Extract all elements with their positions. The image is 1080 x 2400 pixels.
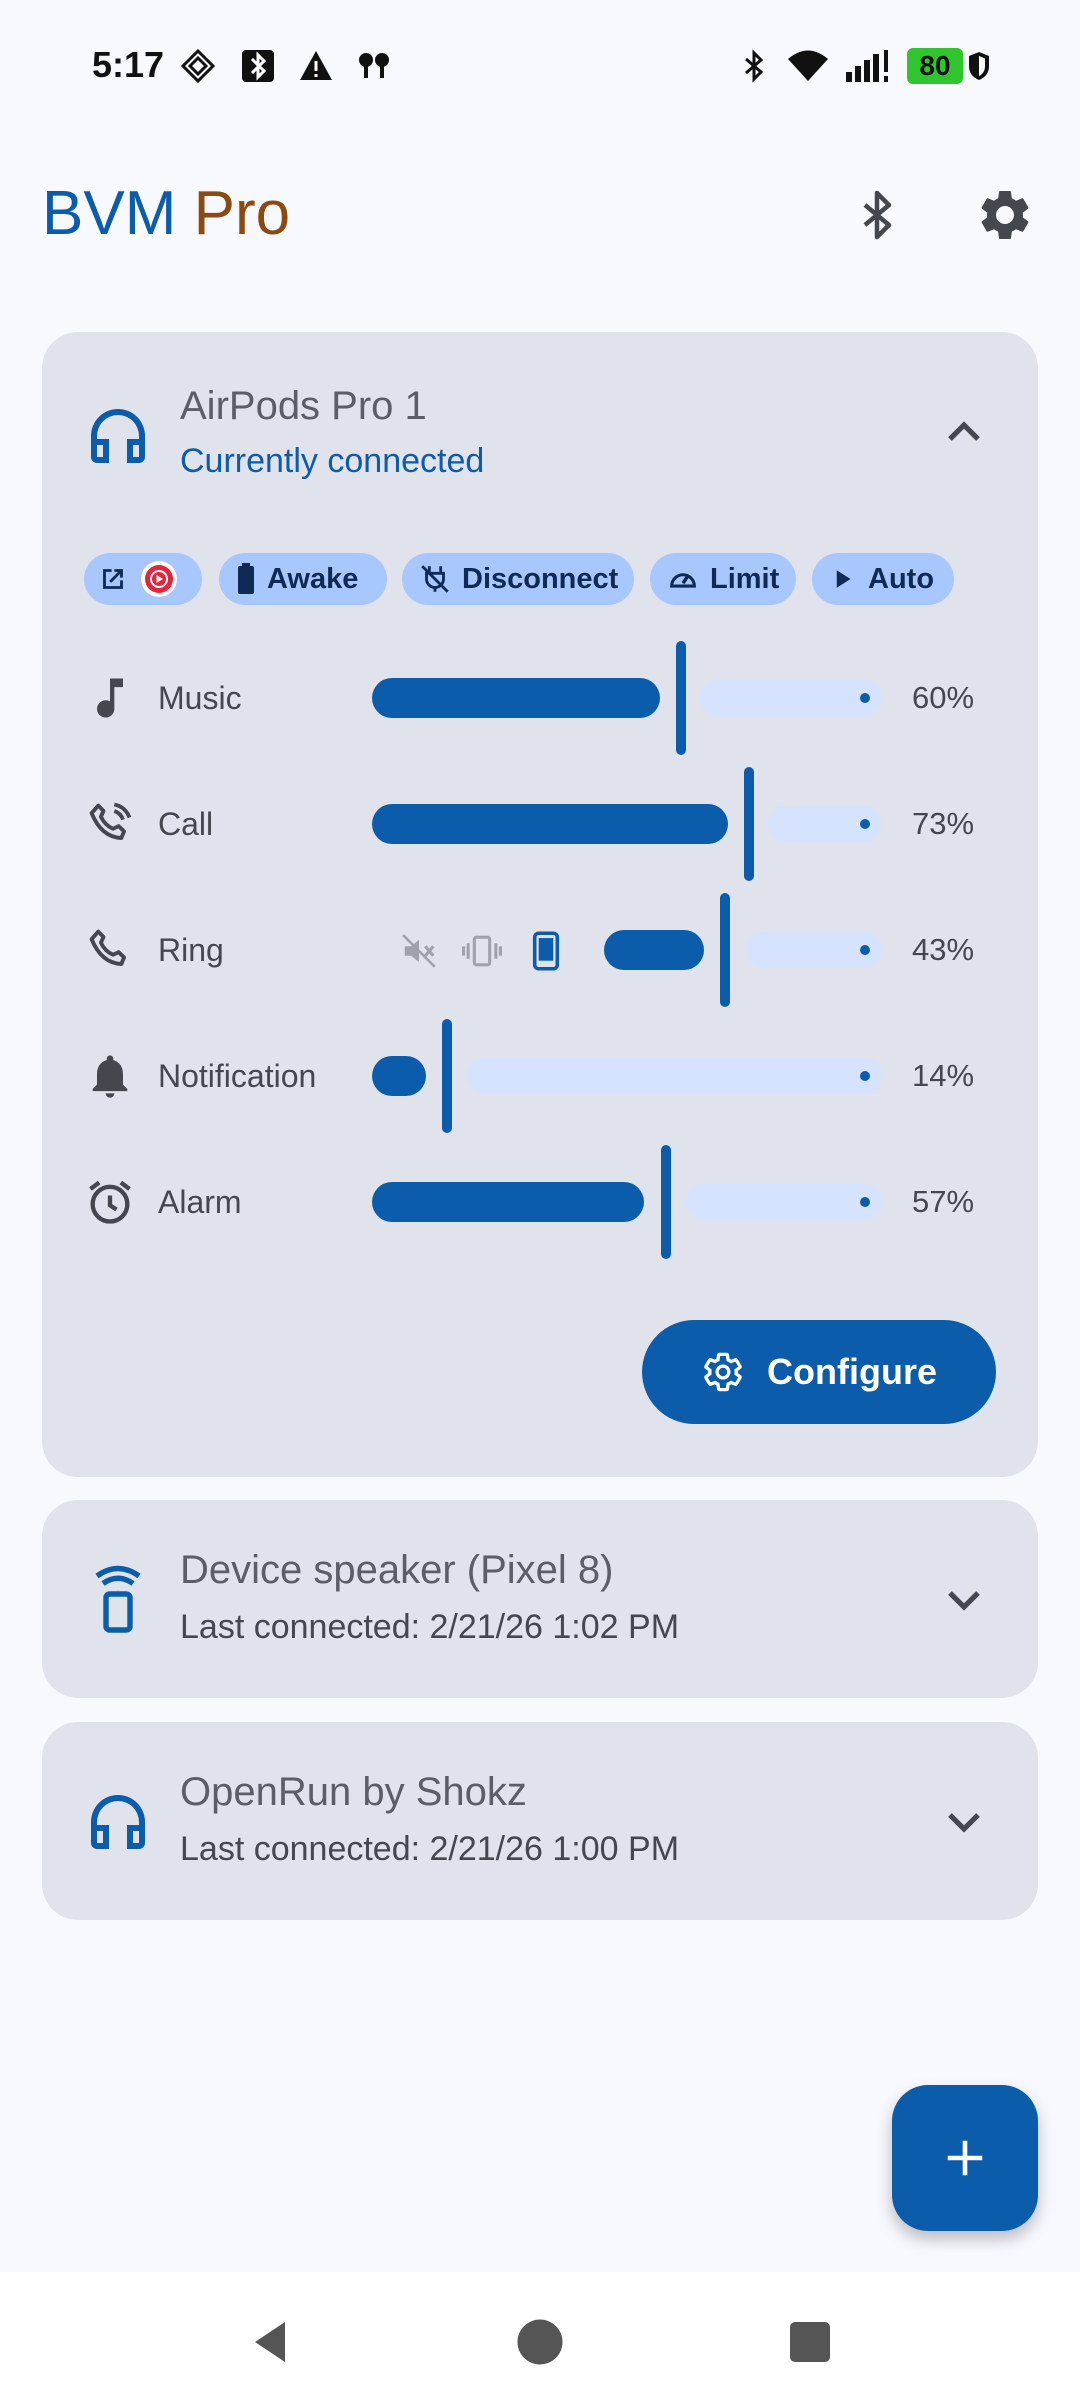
app-title: BVM Pro bbox=[42, 178, 290, 249]
music-track bbox=[700, 680, 882, 716]
chip-disconnect[interactable]: Disconnect bbox=[402, 553, 634, 605]
battery-icon bbox=[238, 563, 254, 594]
configure-label: Configure bbox=[767, 1351, 937, 1392]
device-status: Currently connected bbox=[180, 442, 485, 480]
ring-percent: 43% bbox=[912, 932, 975, 967]
phone-call-icon bbox=[89, 802, 132, 841]
volume-label-ring: Ring bbox=[158, 932, 224, 968]
notification-track bbox=[466, 1058, 882, 1094]
chevron-up-icon[interactable] bbox=[936, 404, 992, 460]
chip-awake-label: Awake bbox=[267, 562, 359, 595]
add-device-button[interactable] bbox=[892, 2085, 1038, 2231]
call-slider-thumb[interactable] bbox=[744, 767, 754, 881]
call-percent: 73% bbox=[912, 806, 975, 841]
speedometer-icon bbox=[670, 573, 696, 588]
notification-icon bbox=[180, 48, 216, 84]
device-name: AirPods Pro 1 bbox=[180, 384, 427, 428]
device-card-pixel-speaker[interactable] bbox=[42, 1500, 1038, 1698]
phone-speaker-icon bbox=[95, 1565, 141, 1633]
chip-auto-label: Auto bbox=[868, 562, 935, 595]
volume-label-call: Call bbox=[158, 806, 214, 842]
ring-fill bbox=[604, 930, 704, 970]
warning-icon bbox=[300, 51, 332, 80]
recents-icon[interactable] bbox=[780, 2312, 840, 2372]
status-time: 5:17 bbox=[92, 44, 165, 85]
device-name: Device speaker (Pixel 8) bbox=[180, 1548, 614, 1592]
youtube-music-icon bbox=[141, 561, 177, 597]
alarm-track bbox=[686, 1184, 882, 1220]
device-name: OpenRun by Shokz bbox=[180, 1770, 527, 1814]
device-last-connected: Last connected: 2/21/26 1:00 PM bbox=[180, 1830, 680, 1868]
ring-stop-dot bbox=[860, 945, 870, 955]
notification-percent: 14% bbox=[912, 1058, 975, 1093]
alarm-stop-dot bbox=[860, 1197, 870, 1207]
notification-fill bbox=[372, 1056, 426, 1096]
bell-icon bbox=[92, 1055, 128, 1098]
music-stop-dot bbox=[860, 693, 870, 703]
configure-button[interactable]: Configure bbox=[642, 1320, 996, 1424]
ring-phone-icon[interactable] bbox=[528, 930, 564, 972]
music-percent: 60% bbox=[912, 680, 975, 715]
shield-icon bbox=[969, 52, 989, 80]
vibrate-icon[interactable] bbox=[462, 932, 502, 970]
back-icon[interactable] bbox=[240, 2312, 300, 2372]
ring-slider-thumb[interactable] bbox=[720, 893, 730, 1007]
launch-app-icon bbox=[103, 569, 123, 589]
status-bar: 5:17 80 bbox=[0, 0, 1080, 130]
phone-icon bbox=[89, 929, 127, 967]
app-title-pro: Pro bbox=[193, 179, 291, 248]
music-slider-thumb[interactable] bbox=[676, 641, 686, 755]
device-card-airpods bbox=[42, 332, 1038, 1477]
earbuds-icon bbox=[359, 53, 389, 78]
bluetooth-box-icon bbox=[242, 50, 274, 82]
notification-stop-dot bbox=[860, 1071, 870, 1081]
headphones-icon bbox=[91, 409, 145, 463]
gear-icon bbox=[704, 1352, 742, 1392]
headphones-icon bbox=[91, 1795, 145, 1849]
call-fill bbox=[372, 804, 728, 844]
bluetooth-icon bbox=[863, 190, 892, 240]
home-icon[interactable] bbox=[510, 2312, 570, 2372]
alarm-fill bbox=[372, 1182, 644, 1222]
plus-icon bbox=[947, 2140, 983, 2176]
sound-off-icon[interactable] bbox=[400, 932, 438, 970]
volume-label-alarm: Alarm bbox=[158, 1184, 242, 1220]
system-nav-bar bbox=[0, 2272, 1080, 2400]
battery-icon: 80 bbox=[907, 48, 963, 84]
device-last-connected: Last connected: 2/21/26 1:02 PM bbox=[180, 1608, 680, 1646]
chip-launch-app[interactable] bbox=[84, 553, 202, 605]
chip-limit-label: Limit bbox=[710, 562, 780, 595]
bluetooth-button[interactable] bbox=[842, 180, 912, 250]
alarm-percent: 57% bbox=[912, 1184, 975, 1219]
volume-label-music: Music bbox=[158, 680, 242, 716]
chip-awake[interactable]: Awake bbox=[219, 553, 387, 605]
chevron-down-icon[interactable] bbox=[936, 1572, 992, 1628]
chip-auto[interactable]: Auto bbox=[812, 553, 954, 605]
wifi-icon bbox=[788, 50, 828, 81]
music-note-icon bbox=[97, 678, 123, 718]
plug-off-icon bbox=[421, 565, 449, 593]
settings-button[interactable] bbox=[970, 180, 1040, 250]
device-card-openrun[interactable] bbox=[42, 1722, 1038, 1920]
call-stop-dot bbox=[860, 819, 870, 829]
notification-slider-thumb[interactable] bbox=[442, 1019, 452, 1133]
chip-disconnect-label: Disconnect bbox=[462, 562, 619, 595]
signal-icon bbox=[846, 50, 888, 82]
alarm-icon bbox=[89, 1180, 131, 1224]
play-icon bbox=[836, 570, 851, 588]
bluetooth-icon bbox=[745, 49, 764, 83]
volume-label-notification: Notification bbox=[158, 1058, 317, 1094]
chevron-down-icon[interactable] bbox=[936, 1794, 992, 1850]
music-fill bbox=[372, 678, 660, 718]
app-title-bvm: BVM bbox=[42, 179, 177, 248]
chip-limit[interactable]: Limit bbox=[650, 553, 796, 605]
alarm-slider-thumb[interactable] bbox=[661, 1145, 671, 1259]
gear-icon bbox=[981, 191, 1029, 239]
